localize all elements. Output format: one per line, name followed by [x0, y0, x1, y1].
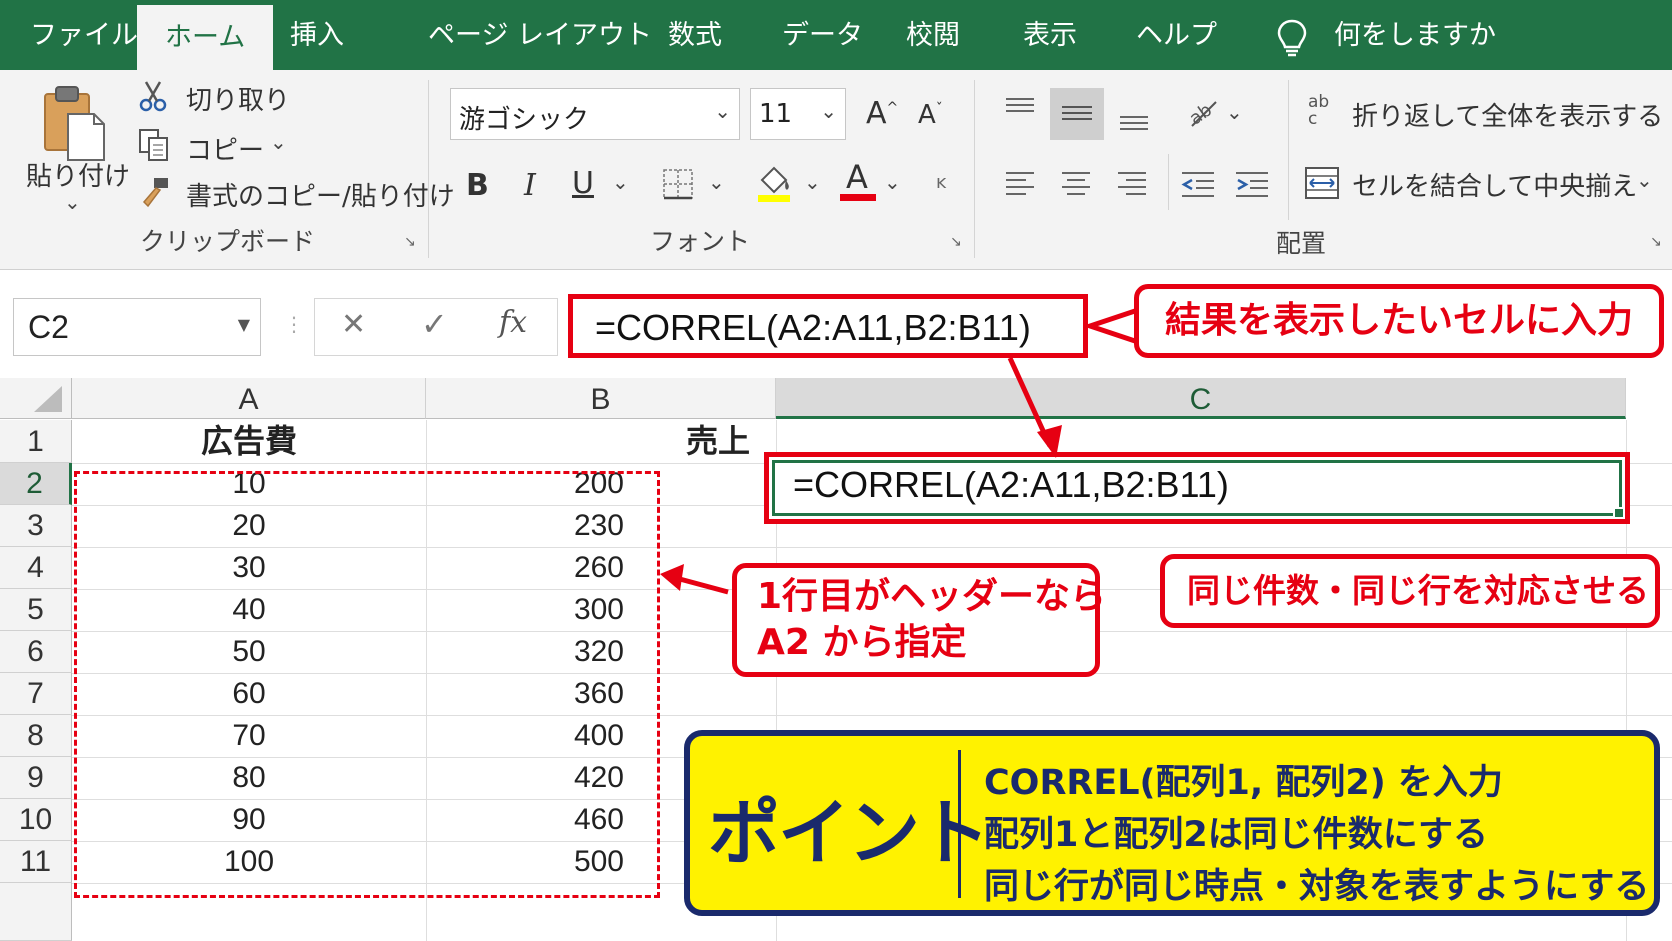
callout-header-row: 1行目がヘッダーなら A2 から指定	[732, 563, 1107, 677]
point-divider	[958, 750, 961, 898]
callout-same-rows: 同じ件数・同じ行を対応させる	[1160, 554, 1660, 628]
point-line-3: 同じ行が同じ時点・対象を表すようにする	[984, 867, 1650, 907]
callout-result-cell: 結果を表示したいセルに入力	[1134, 284, 1664, 358]
arrow-callout-to-range	[675, 575, 729, 595]
arrow-head	[660, 564, 684, 591]
callout-header-line-2: A2 から指定	[757, 622, 967, 663]
point-title: ポイント	[708, 791, 990, 875]
callout-header-line-1: 1行目がヘッダーなら	[757, 576, 1107, 617]
callout-pointer	[1086, 307, 1138, 345]
point-summary-box: ポイント CORREL(配列1, 配列2) を入力 配列1と配列2は同じ件数にす…	[684, 730, 1660, 916]
point-line-2: 配列1と配列2は同じ件数にする	[984, 815, 1489, 855]
point-line-1: CORREL(配列1, 配列2) を入力	[984, 763, 1503, 803]
